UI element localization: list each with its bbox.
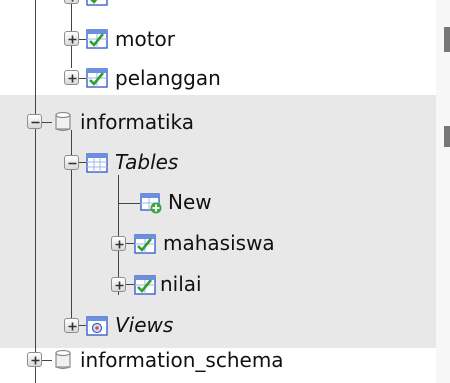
tree-item-pelanggan[interactable]: pelanggan (115, 66, 221, 90)
expand-pelanggan-button[interactable] (64, 70, 79, 85)
content-panel-marker (444, 126, 450, 147)
database-icon (52, 349, 74, 371)
table-icon (86, 0, 108, 7)
tree-item-informatika[interactable]: informatika (80, 110, 194, 134)
content-panel-edge (436, 0, 450, 383)
expand-views-button[interactable] (64, 318, 79, 333)
navigation-tree: motor pelanggan informatika Tables New m… (0, 0, 450, 383)
tree-item-information-schema[interactable]: information_schema (80, 348, 284, 372)
content-panel-marker (444, 27, 450, 52)
tables-group-icon (86, 152, 108, 174)
expand-button[interactable] (64, 0, 79, 4)
collapse-tables-button[interactable] (64, 155, 79, 170)
table-icon (134, 274, 156, 296)
tree-item-motor[interactable]: motor (115, 27, 175, 51)
expand-nilai-button[interactable] (111, 277, 126, 292)
tree-item-new[interactable]: New (168, 190, 212, 214)
expand-information-schema-button[interactable] (27, 352, 42, 367)
new-table-icon (140, 192, 162, 214)
views-group-icon (86, 315, 108, 337)
database-icon (52, 111, 74, 133)
tree-item-nilai[interactable]: nilai (160, 272, 202, 296)
expand-motor-button[interactable] (64, 31, 79, 46)
table-icon (86, 28, 108, 50)
expand-mahasiswa-button[interactable] (111, 236, 126, 251)
tree-item-mahasiswa[interactable]: mahasiswa (163, 231, 275, 255)
collapse-informatika-button[interactable] (27, 114, 42, 129)
table-icon (134, 233, 156, 255)
tree-item-views[interactable]: Views (115, 313, 173, 337)
table-icon (86, 67, 108, 89)
tree-item-tables[interactable]: Tables (115, 150, 178, 174)
